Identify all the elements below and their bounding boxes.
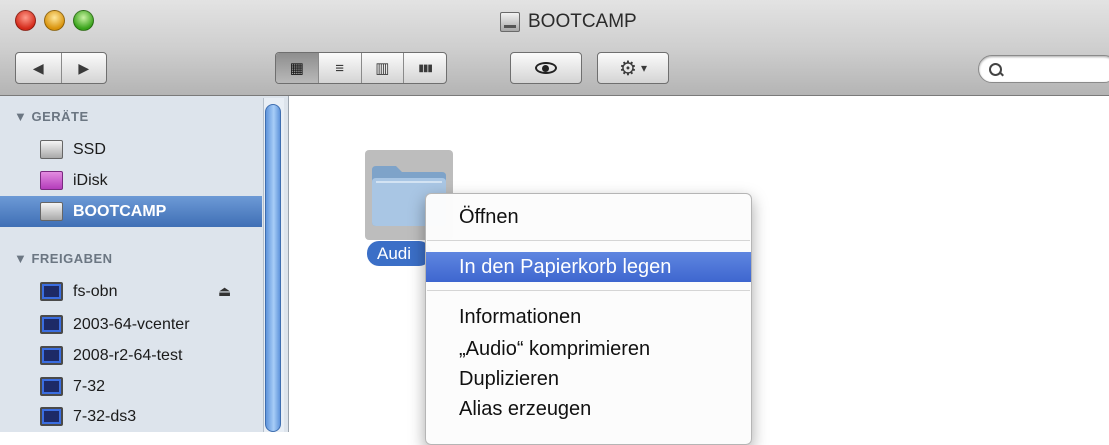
close-window-button[interactable] xyxy=(15,10,36,31)
sidebar-item-label: 2003-64-vcenter xyxy=(73,315,190,333)
minimize-window-button[interactable] xyxy=(44,10,65,31)
view-mode-control: ▦ ≡ ▥ ▮▮▮ xyxy=(275,52,447,84)
sidebar: ▼ GERÄTE SSD iDisk BOOTCAMP ▼ FREIGABEN … xyxy=(0,96,289,432)
sidebar-item-label: SSD xyxy=(73,140,106,158)
action-seg: ⚙ ▾ xyxy=(598,53,668,83)
search-icon xyxy=(989,62,1004,76)
sidebar-item-7-32-ds3[interactable]: 7-32-ds3 xyxy=(0,401,262,432)
sidebar-item-7-32[interactable]: 7-32 xyxy=(0,371,262,402)
sidebar-item-ssd[interactable]: SSD xyxy=(0,134,262,165)
back-arrow-icon: ◀ xyxy=(32,59,44,76)
sidebar-item-label: 2008-r2-64-test xyxy=(73,346,183,364)
menu-item-get-info[interactable]: Informationen xyxy=(426,302,751,332)
search-input[interactable] xyxy=(1008,59,1109,79)
action-menu-button[interactable]: ⚙ ▾ xyxy=(597,52,669,84)
menu-item-make-alias[interactable]: Alias erzeugen xyxy=(426,394,751,424)
gear-icon: ⚙ xyxy=(619,57,637,80)
column-view-button[interactable]: ▥ xyxy=(360,53,404,83)
quick-look-button[interactable] xyxy=(510,52,582,84)
window-title: BOOTCAMP xyxy=(500,9,637,35)
sidebar-item-bootcamp[interactable]: BOOTCAMP xyxy=(0,196,262,227)
column-view-icon: ▥ xyxy=(375,60,390,77)
back-forward-control: ◀ ▶ xyxy=(15,52,107,84)
sidebar-item-2008-r2-64-test[interactable]: 2008-r2-64-test xyxy=(0,340,262,371)
sidebar-item-idisk[interactable]: iDisk xyxy=(0,165,262,196)
forward-arrow-icon: ▶ xyxy=(78,59,90,76)
sidebar-item-label: BOOTCAMP xyxy=(73,202,167,220)
menu-item-compress[interactable]: „Audio“ komprimieren xyxy=(426,334,751,364)
sidebar-item-2003-64-vcenter[interactable]: 2003-64-vcenter xyxy=(0,309,262,340)
cover-flow-icon: ▮▮▮ xyxy=(418,62,432,74)
icon-view-button[interactable]: ▦ xyxy=(276,53,318,83)
eye-icon xyxy=(535,62,557,74)
search-field[interactable] xyxy=(978,55,1109,83)
folder-name-label[interactable]: Audi xyxy=(367,241,432,266)
hard-drive-icon xyxy=(500,12,520,32)
network-monitor-icon xyxy=(40,407,63,426)
menu-item-duplicate[interactable]: Duplizieren xyxy=(426,364,751,394)
sidebar-scrollbar-thumb[interactable] xyxy=(265,104,281,432)
network-monitor-icon xyxy=(40,315,63,334)
chevron-down-icon: ▾ xyxy=(640,61,647,75)
cover-flow-button[interactable]: ▮▮▮ xyxy=(403,53,446,83)
menu-item-open[interactable]: Öffnen xyxy=(426,202,751,232)
menu-item-move-to-trash[interactable]: In den Papierkorb legen xyxy=(426,252,751,282)
shares-section-header[interactable]: ▼ FREIGABEN xyxy=(14,251,113,266)
quick-look-seg xyxy=(511,53,581,83)
zoom-window-button[interactable] xyxy=(73,10,94,31)
sidebar-item-label: 7-32 xyxy=(73,377,106,395)
menu-separator xyxy=(427,290,750,291)
network-monitor-icon xyxy=(40,377,63,396)
hard-drive-icon xyxy=(40,202,63,221)
sidebar-item-label: 7-32-ds3 xyxy=(73,407,137,425)
back-button[interactable]: ◀ xyxy=(16,53,61,83)
menu-separator xyxy=(427,240,750,241)
list-view-icon: ≡ xyxy=(335,59,344,77)
window-toolbar: BOOTCAMP ◀ ▶ ▦ ≡ ▥ ▮▮▮ ⚙ ▾ xyxy=(0,0,1109,96)
hard-drive-icon xyxy=(40,140,63,159)
list-view-button[interactable]: ≡ xyxy=(317,53,361,83)
sidebar-item-label: iDisk xyxy=(73,171,108,189)
sidebar-item-label: fs-obn xyxy=(73,282,118,300)
network-monitor-icon xyxy=(40,282,63,301)
eject-icon[interactable]: ⏏ xyxy=(218,283,231,300)
context-menu: Öffnen In den Papierkorb legen Informati… xyxy=(425,193,752,445)
devices-section-header[interactable]: ▼ GERÄTE xyxy=(14,109,89,124)
window-title-text: BOOTCAMP xyxy=(528,11,637,32)
forward-button[interactable]: ▶ xyxy=(60,53,107,83)
sidebar-item-fs-obn[interactable]: fs-obn ⏏ xyxy=(0,276,262,307)
icon-view-icon: ▦ xyxy=(289,60,304,77)
idisk-icon xyxy=(40,171,63,190)
network-monitor-icon xyxy=(40,346,63,365)
